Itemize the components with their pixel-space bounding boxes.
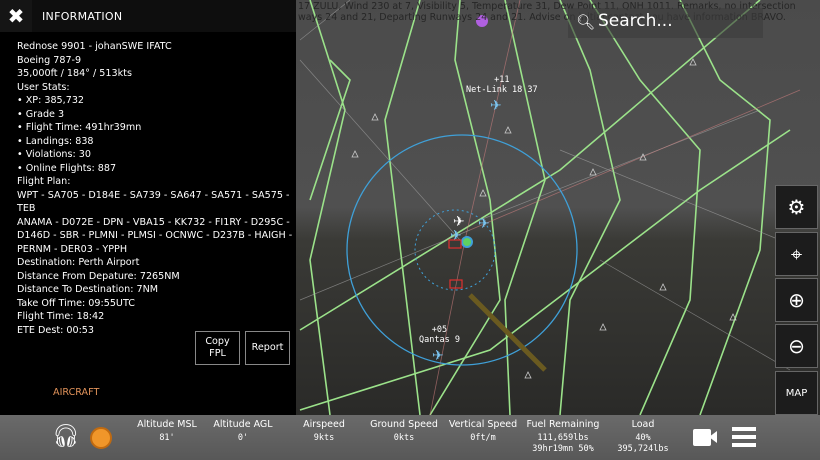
tab-aircraft[interactable]: AIRCRAFT [53,387,99,398]
info-line: Distance To Destination: 7NM [17,284,159,295]
aircraft-label[interactable]: +05 Qantas 9 [419,325,460,345]
status-bar: 🎧︎ Altitude MSL 81' Altitude AGL 0' Airspeed… [0,415,820,460]
stat-airspeed: Airspeed 9kts [282,419,366,444]
stat-fuel-remaining: Fuel Remaining 111,659lbs 39hr19mn 50% [521,419,605,455]
airspace-boundaries [299,0,791,415]
panel-title: INFORMATION [42,9,123,23]
zoom-out-button[interactable]: ⊖ [775,324,818,368]
search-input[interactable]: 🔍︎ Search... [568,8,763,38]
stat-value: 111,659lbs [537,433,589,443]
info-line: • Flight Time: 491hr39mn [17,122,142,133]
svg-text:✈: ✈ [478,216,490,232]
info-line: • Online Flights: 887 [17,162,117,174]
aircraft-altitude: +11 [494,75,510,85]
settings-button[interactable]: ⚙ [775,185,818,229]
information-panel: ✖ INFORMATION Rednose 9901 - johanSWE IF… [0,0,296,415]
zoom-out-icon: ⊖ [788,334,805,358]
zoom-in-button[interactable]: ⊕ [775,278,818,322]
stat-load: Load 40% 395,724lbs [601,419,685,455]
stat-value-secondary: 39hr19mn 50% [532,444,594,454]
info-line: Flight Time: 18:42 [17,311,105,322]
stat-value: 0' [237,433,249,443]
stat-ground-speed: Ground Speed 0kts [362,419,446,444]
gear-icon: ⚙ [787,195,806,219]
aircraft-label[interactable]: +11 Net-Link 18 37 [466,75,538,95]
svg-text:✈: ✈ [450,228,462,244]
info-line: Destination: Perth Airport [17,257,140,268]
zoom-in-icon: ⊕ [788,288,805,312]
stat-value: 0ft/m [470,433,496,443]
stat-label: Altitude AGL [213,419,273,430]
flight-info: Rednose 9901 - johanSWE IFATC Boeing 787-… [0,32,296,337]
info-line: Rednose 9901 - johanSWE IFATC [17,41,172,52]
info-line: • Landings: 838 [17,135,94,147]
stat-altitude-msl: Altitude MSL 81' [125,419,209,444]
search-placeholder: Search... [598,11,673,31]
headset-icon[interactable]: 🎧︎ [52,424,80,449]
globe-icon[interactable] [90,427,112,449]
stat-altitude-agl: Altitude AGL 0' [201,419,285,444]
copy-fpl-button[interactable]: Copy FPL [195,331,240,365]
stat-value: 81' [159,433,175,443]
user-position [461,236,473,248]
stat-label: Load [631,419,655,430]
stat-label: Fuel Remaining [526,419,600,430]
info-line: Flight Plan: [17,176,71,187]
info-line: D146D - SBR - PLMNI - PLMSI - OCNWC - D2… [17,230,293,241]
info-line: • Violations: 30 [17,149,92,160]
info-line: User Stats: [17,81,70,93]
menu-icon[interactable] [732,427,756,447]
stat-value: 0kts [393,433,415,443]
report-button[interactable]: Report [245,331,290,365]
stat-value: 40% [635,433,651,443]
info-line: Boeing 787-9 [17,54,82,66]
svg-text:✈: ✈ [432,348,444,364]
map-button[interactable]: MAP [775,371,818,415]
search-icon: 🔍︎ [576,13,596,31]
aircraft-callsign: Net-Link 18 37 [466,85,538,95]
stat-value-secondary: 395,724lbs [617,444,669,454]
stat-label: Altitude MSL [137,419,197,430]
info-line: ANAMA - D072E - DPN - VBA15 - KK732 - FI… [17,216,290,228]
svg-text:✈: ✈ [490,98,502,114]
info-line: PERNM - DER03 - YPPH [17,243,128,255]
info-line: WPT - SA705 - D184E - SA739 - SA647 - SA… [17,189,290,215]
stat-label: Ground Speed [370,419,438,430]
info-line: 35,000ft / 184° / 513kts [17,68,132,79]
info-line: • Grade 3 [17,108,65,120]
stat-label: Vertical Speed [448,419,518,430]
info-line: Distance From Depature: 7265NM [17,270,180,282]
center-button[interactable]: ⌖ [775,232,818,276]
aircraft-altitude: +05 [431,325,448,335]
crosshair-icon: ⌖ [790,242,803,266]
info-line: Take Off Time: 09:55UTC [17,297,135,309]
camera-icon[interactable] [693,429,717,446]
svg-text:✈: ✈ [453,214,465,230]
aircraft-callsign: Qantas 9 [419,335,460,345]
stat-label: Airspeed [303,419,345,430]
stat-value: 9kts [313,433,335,443]
close-icon[interactable]: ✖ [0,0,32,32]
info-line: • XP: 385,732 [17,95,85,106]
stat-vertical-speed: Vertical Speed 0ft/m [441,419,525,444]
